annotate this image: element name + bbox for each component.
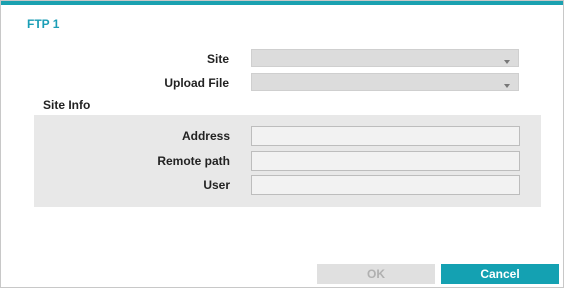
user-label: User (203, 178, 230, 192)
cancel-button[interactable]: Cancel (441, 264, 559, 284)
user-field[interactable] (251, 175, 520, 195)
dialog-top-accent-bar (1, 1, 563, 5)
dialog-title: FTP 1 (27, 17, 60, 31)
site-select[interactable] (251, 49, 519, 67)
chevron-down-icon (504, 60, 510, 64)
ftp-dialog: FTP 1 Site Upload File Site Info Address… (0, 0, 564, 288)
remote-path-field[interactable] (251, 151, 520, 171)
ok-button[interactable]: OK (317, 264, 435, 284)
upload-file-select[interactable] (251, 73, 519, 91)
address-field[interactable] (251, 126, 520, 146)
site-info-panel: Address Remote path User (34, 115, 541, 207)
remote-path-label: Remote path (157, 154, 230, 168)
upload-file-label: Upload File (164, 76, 229, 90)
site-info-heading: Site Info (43, 98, 91, 112)
chevron-down-icon (504, 84, 510, 88)
site-label: Site (206, 52, 229, 66)
address-label: Address (181, 129, 230, 143)
